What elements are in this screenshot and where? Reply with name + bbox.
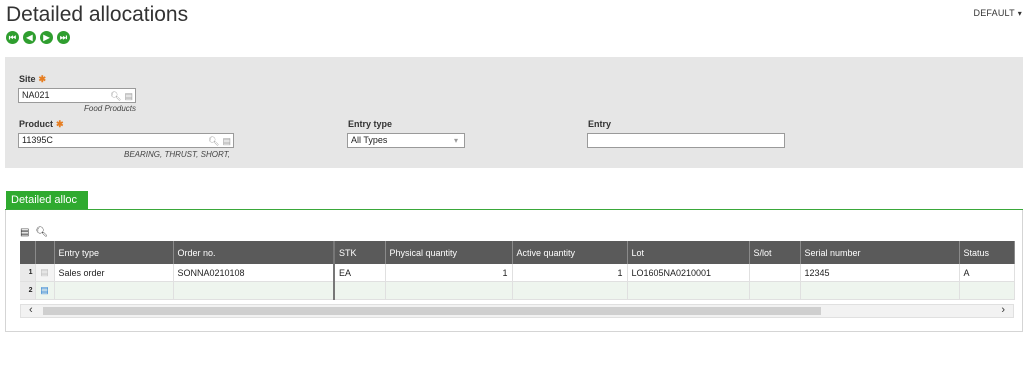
chevron-down-icon: ▾ (1017, 9, 1022, 18)
cell-physical-quantity[interactable] (385, 281, 513, 300)
scrollbar-thumb[interactable] (43, 307, 821, 315)
col-stk[interactable]: STK (334, 241, 386, 264)
view-label: DEFAULT (973, 8, 1015, 18)
row-detail-icon[interactable]: ▤ (35, 281, 55, 300)
row-detail-icon[interactable]: ▤ (35, 264, 55, 282)
entry-type-value: All Types (351, 135, 388, 145)
site-description: Food Products (84, 104, 137, 113)
site-label-text: Site (19, 74, 36, 84)
page-title: Detailed allocations (6, 3, 189, 26)
search-icon[interactable]: 🔍︎ (208, 135, 219, 148)
required-icon: ✱ (56, 119, 64, 129)
col-serial-number[interactable]: Serial number (800, 241, 960, 264)
product-field[interactable]: 11395C 🔍︎ ▤ (18, 133, 234, 148)
scroll-left-icon[interactable]: ‹ (29, 304, 33, 316)
entry-label: Entry (588, 119, 612, 129)
grid-search-icon[interactable]: 🔍︎ (35, 227, 48, 238)
scroll-right-icon[interactable]: › (1001, 304, 1005, 316)
first-record-icon[interactable]: ⏮ (6, 31, 19, 44)
allocations-table: Entry type Order no. STK Physical quanti… (20, 241, 1015, 300)
entry-type-label: Entry type (348, 119, 393, 129)
table-row[interactable]: 2 ▤ (20, 281, 1015, 300)
cell-order-no[interactable]: SONNA0210108 (173, 264, 335, 282)
grid-options-icon[interactable]: ▤ (20, 227, 29, 238)
grid-toolbar: ▤ 🔍︎ (20, 227, 48, 238)
next-record-icon[interactable]: ▶ (40, 31, 53, 44)
record-navigation: ⏮ ◀ ▶ ⏭ (6, 31, 70, 44)
col-active-quantity[interactable]: Active quantity (512, 241, 628, 264)
tab-detailed-alloc[interactable]: Detailed alloc (6, 191, 88, 209)
product-value: 11395C (22, 135, 53, 145)
cell-physical-quantity[interactable]: 1 (385, 264, 513, 282)
view-selector[interactable]: DEFAULT ▾ (974, 8, 1022, 18)
site-field[interactable]: NA021 🔍︎ ▤ (18, 88, 136, 103)
cell-status[interactable] (959, 281, 1015, 300)
cell-stk[interactable] (334, 281, 386, 300)
required-icon: ✱ (38, 74, 47, 84)
list-icon[interactable]: ▤ (124, 90, 133, 103)
cell-serial-number[interactable]: 12345 (800, 264, 960, 282)
cell-slot[interactable] (749, 281, 801, 300)
header-icon (35, 241, 55, 264)
product-description: BEARING, THRUST, SHORT, (124, 150, 230, 159)
entry-type-select[interactable]: All Types ▾ (347, 133, 465, 148)
cell-order-no[interactable] (173, 281, 335, 300)
col-order-no[interactable]: Order no. (173, 241, 335, 264)
table-row[interactable]: 1 ▤ Sales order SONNA0210108 EA 1 1 LO16… (20, 264, 1015, 282)
site-label: Site ✱ (19, 74, 46, 85)
row-number: 1 (20, 264, 36, 282)
site-value: NA021 (22, 90, 50, 100)
cell-lot[interactable]: LO1605NA0210001 (627, 264, 750, 282)
header-rownum (20, 241, 36, 264)
search-icon[interactable]: 🔍︎ (110, 90, 121, 103)
col-physical-quantity[interactable]: Physical quantity (385, 241, 513, 264)
entry-field[interactable] (587, 133, 785, 148)
col-slot[interactable]: S/lot (749, 241, 801, 264)
horizontal-scrollbar[interactable]: ‹ › (20, 304, 1014, 318)
product-label-text: Product (19, 119, 54, 129)
previous-record-icon[interactable]: ◀ (23, 31, 36, 44)
chevron-down-icon: ▾ (453, 136, 458, 145)
cell-lot[interactable] (627, 281, 750, 300)
col-lot[interactable]: Lot (627, 241, 750, 264)
product-label: Product ✱ (19, 119, 64, 130)
last-record-icon[interactable]: ⏭ (57, 31, 70, 44)
cell-entry-type[interactable]: Sales order (54, 264, 174, 282)
cell-entry-type[interactable] (54, 281, 174, 300)
cell-serial-number[interactable] (800, 281, 960, 300)
cell-stk[interactable]: EA (334, 264, 386, 282)
col-entry-type[interactable]: Entry type (54, 241, 174, 264)
cell-active-quantity[interactable] (512, 281, 628, 300)
col-status[interactable]: Status (959, 241, 1015, 264)
table-header: Entry type Order no. STK Physical quanti… (20, 241, 1015, 264)
row-number: 2 (20, 281, 36, 300)
list-icon[interactable]: ▤ (222, 135, 231, 148)
cell-status[interactable]: A (959, 264, 1015, 282)
cell-slot[interactable] (749, 264, 801, 282)
cell-active-quantity[interactable]: 1 (512, 264, 628, 282)
